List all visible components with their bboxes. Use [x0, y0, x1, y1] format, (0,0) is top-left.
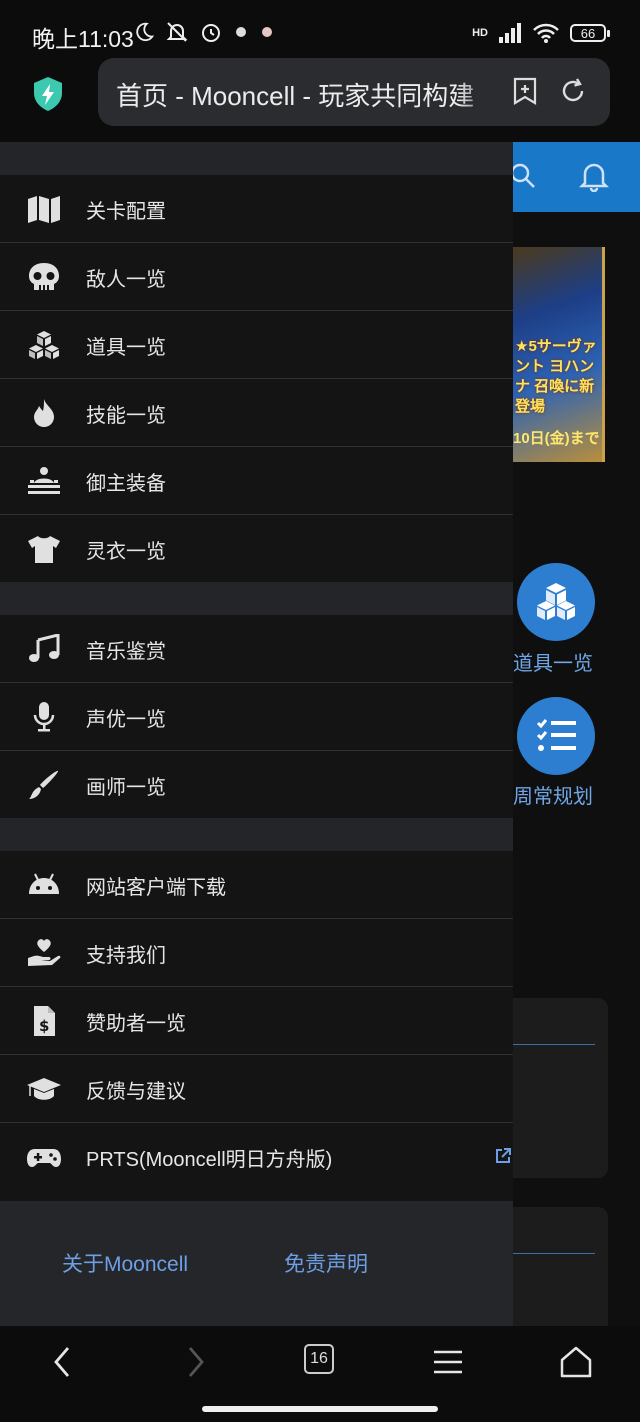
status-right: HD 66: [472, 22, 610, 44]
battery-indicator: 66: [570, 24, 610, 42]
bell-icon[interactable]: [579, 160, 609, 192]
address-bar[interactable]: 首页 - Mooncell - 玩家共同构建: [98, 58, 610, 126]
forward-icon[interactable]: [176, 1344, 212, 1380]
tab-count-button[interactable]: 16: [304, 1344, 334, 1374]
page-header: [513, 142, 640, 212]
section-divider: [0, 582, 513, 615]
status-bar: 晚上11:03 HD 66: [0, 0, 640, 62]
disclaimer-link[interactable]: 免责声明: [284, 1248, 368, 1278]
fire-icon: [34, 399, 54, 427]
menu-item-illustrators[interactable]: 画师一览: [0, 751, 513, 818]
master-equip-icon: [28, 467, 60, 494]
browser-toolbar: 首页 - Mooncell - 玩家共同构建: [0, 58, 640, 142]
banner-date: 10日(金)まで: [513, 430, 600, 447]
section-divider: [0, 142, 513, 175]
section-divider: [0, 818, 513, 851]
menu-item-prts[interactable]: PRTS(Mooncell明日方舟版): [0, 1123, 513, 1190]
map-icon: [28, 196, 60, 223]
svg-text:$: $: [39, 1017, 49, 1035]
menu-item-music[interactable]: 音乐鉴赏: [0, 615, 513, 683]
menu-item-skills[interactable]: 技能一览: [0, 379, 513, 447]
menu-item-label: 道具一览: [86, 337, 166, 359]
status-time: 晚上11:03: [32, 26, 134, 52]
banner-text: ★5サーヴァント ヨハンナ 召喚に新登場: [515, 338, 597, 415]
alarm-icon: [202, 24, 220, 42]
menu-item-label: 反馈与建议: [86, 1081, 186, 1103]
external-link-icon: [496, 1148, 511, 1163]
about-link[interactable]: 关于Mooncell: [62, 1248, 188, 1278]
weekly-plan-label[interactable]: 周常规划: [513, 780, 593, 809]
skull-icon: [29, 263, 59, 290]
android-icon: [29, 873, 59, 894]
tshirt-icon: [28, 536, 60, 563]
security-shield-icon[interactable]: [32, 76, 64, 112]
menu-item-costumes[interactable]: 灵衣一览: [0, 515, 513, 582]
menu-item-stage-config[interactable]: 关卡配置: [0, 175, 513, 243]
invoice-icon: $: [34, 1006, 55, 1036]
menu-item-label: 御主装备: [86, 473, 166, 495]
menu-item-label: 技能一览: [86, 405, 166, 427]
items-shortcut-label[interactable]: 道具一览: [513, 647, 593, 676]
wifi-icon: [533, 23, 559, 43]
bell-muted-icon: [166, 22, 188, 42]
menu-item-label: 支持我们: [86, 945, 166, 967]
cubes-icon: [537, 583, 575, 620]
menu-item-label: PRTS(Mooncell明日方舟版): [86, 1149, 333, 1171]
menu-item-master-equipment[interactable]: 御主装备: [0, 447, 513, 515]
content-card: [513, 998, 608, 1178]
drawer-footer: 关于Mooncell 免责声明: [0, 1201, 513, 1326]
items-shortcut-button[interactable]: [517, 563, 595, 641]
status-icons: [133, 20, 275, 44]
search-icon[interactable]: [513, 162, 537, 190]
gamepad-icon: [27, 1149, 61, 1167]
home-icon[interactable]: [558, 1344, 594, 1380]
microphone-icon: [33, 702, 55, 732]
cubes-icon: [29, 331, 59, 359]
navigation-drawer: 关卡配置 敌人一览 道具一览 技能一览 御主装备 灵衣一览 音乐鉴赏 声优一览 …: [0, 142, 513, 1326]
app-notification-icon: [262, 27, 272, 37]
hand-heart-icon: [28, 939, 61, 966]
menu-item-enemies[interactable]: 敌人一览: [0, 243, 513, 311]
url-fade: [458, 68, 498, 116]
menu-item-voice-actors[interactable]: 声优一览: [0, 683, 513, 751]
menu-item-feedback[interactable]: 反馈与建议: [0, 1055, 513, 1123]
moon-icon: [136, 22, 155, 42]
menu-item-label: 敌人一览: [86, 269, 166, 291]
app-notification-icon: [236, 27, 246, 37]
content-card: [513, 1207, 608, 1326]
menu-item-label: 画师一览: [86, 777, 166, 799]
card-divider: [513, 1253, 595, 1254]
menu-item-label: 关卡配置: [86, 201, 166, 223]
network-type: HD: [472, 27, 488, 39]
menu-item-label: 灵衣一览: [86, 541, 166, 563]
menu-item-label: 网站客户端下载: [86, 877, 226, 899]
music-icon: [29, 634, 60, 662]
refresh-icon[interactable]: [558, 76, 588, 106]
card-divider: [513, 1044, 595, 1045]
url-text[interactable]: 首页 - Mooncell - 玩家共同构建: [116, 76, 491, 113]
weekly-plan-button[interactable]: [517, 697, 595, 775]
graduation-cap-icon: [27, 1078, 61, 1100]
menu-item-client-download[interactable]: 网站客户端下载: [0, 851, 513, 919]
menu-item-label: 音乐鉴赏: [86, 641, 166, 663]
checklist-icon: [536, 719, 576, 751]
bookmark-add-icon[interactable]: [510, 76, 540, 106]
menu-item-sponsors[interactable]: $ 赞助者一览: [0, 987, 513, 1055]
menu-icon[interactable]: [430, 1344, 466, 1380]
menu-item-items[interactable]: 道具一览: [0, 311, 513, 379]
back-icon[interactable]: [46, 1344, 82, 1380]
home-indicator[interactable]: [202, 1406, 438, 1412]
background-page: ★5サーヴァント ヨハンナ 召喚に新登場 10日(金)まで 道具一览 周常规划: [513, 142, 640, 1326]
menu-item-label: 声优一览: [86, 709, 166, 731]
signal-icon: [499, 23, 521, 43]
menu-item-support-us[interactable]: 支持我们: [0, 919, 513, 987]
paintbrush-icon: [29, 770, 59, 799]
menu-item-label: 赞助者一览: [86, 1013, 186, 1035]
